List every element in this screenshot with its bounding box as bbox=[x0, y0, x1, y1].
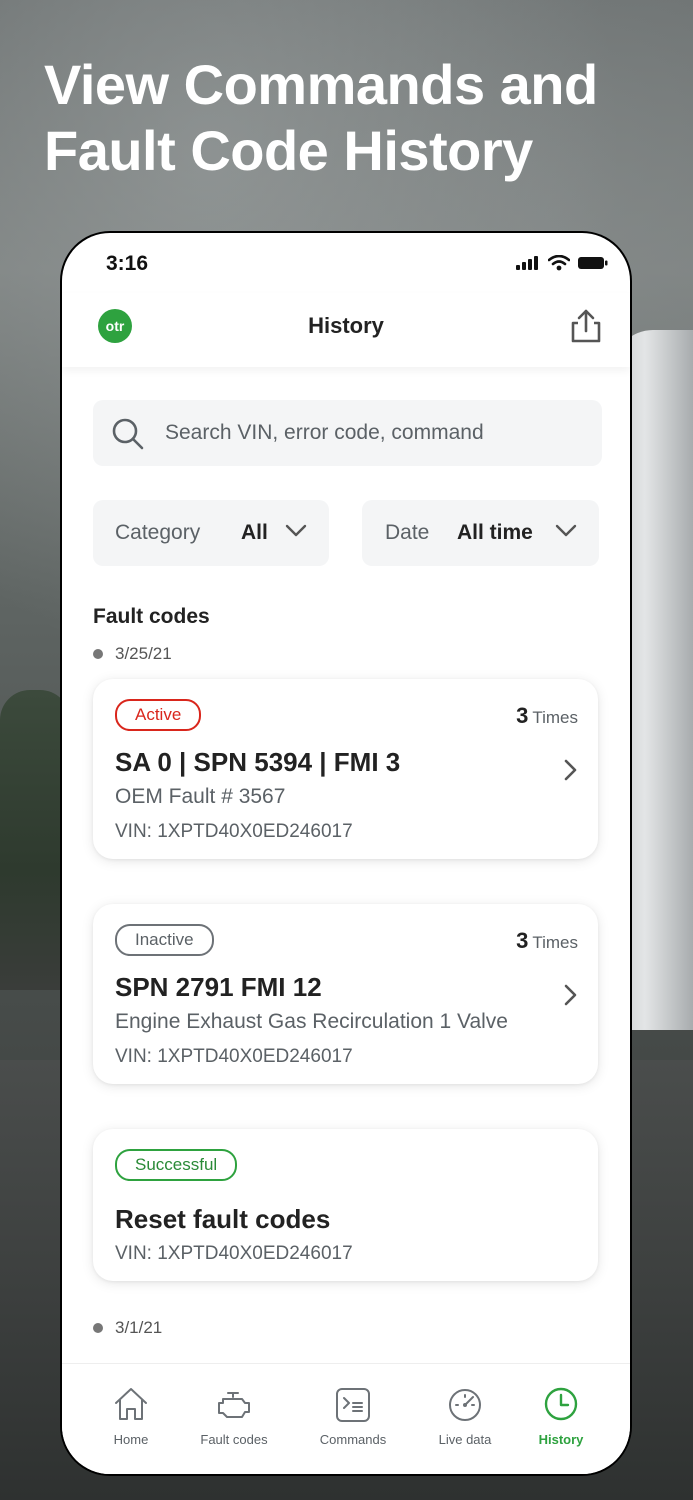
card-subtitle: OEM Fault # 3567 bbox=[115, 785, 286, 808]
tab-label: History bbox=[538, 1432, 584, 1447]
tab-commands[interactable]: Commands bbox=[303, 1384, 403, 1447]
search-icon bbox=[112, 418, 144, 450]
tab-label: Fault codes bbox=[200, 1432, 268, 1447]
search-bar[interactable] bbox=[93, 400, 602, 466]
card-vin: VIN: 1XPTD40X0ED246017 bbox=[115, 821, 353, 842]
phone-screen: 3:16 otr History Search VIN, error code,… bbox=[62, 233, 630, 1474]
occurrence-count: 3 Times bbox=[516, 928, 578, 954]
count-unit: Times bbox=[532, 708, 578, 727]
status-bar: 3:16 bbox=[62, 233, 630, 293]
engine-icon bbox=[218, 1392, 250, 1418]
date-group-header: 3/1/21 bbox=[93, 1318, 162, 1338]
date-group-header: 3/25/21 bbox=[93, 644, 172, 664]
status-icons bbox=[516, 255, 608, 271]
search-input[interactable] bbox=[165, 400, 585, 466]
tab-label: Home bbox=[113, 1432, 149, 1447]
card-subtitle: Engine Exhaust Gas Recirculation 1 Valve bbox=[115, 1010, 508, 1033]
gauge-icon bbox=[449, 1389, 481, 1421]
status-badge: Active bbox=[115, 699, 202, 731]
battery-icon bbox=[578, 257, 608, 269]
date-filter[interactable]: Date All time bbox=[362, 500, 599, 566]
history-card[interactable]: Successful Reset fault codes VIN: 1XPTD4… bbox=[93, 1129, 598, 1281]
signal-icon bbox=[516, 256, 538, 270]
phone-frame: 3:16 otr History Search VIN, error code,… bbox=[60, 231, 632, 1476]
tab-bar: Home Fault codes Commands Live data Hist… bbox=[62, 1363, 630, 1474]
category-filter-value: All bbox=[241, 521, 268, 544]
wifi-icon bbox=[548, 255, 570, 271]
date-label: 3/1/21 bbox=[115, 1318, 163, 1337]
share-icon[interactable] bbox=[568, 307, 604, 345]
category-filter[interactable]: Category All bbox=[93, 500, 329, 566]
count-value: 3 bbox=[516, 928, 529, 953]
date-filter-label: Date bbox=[385, 521, 430, 544]
tab-label: Commands bbox=[319, 1432, 387, 1447]
chevron-down-icon bbox=[555, 524, 577, 537]
chevron-right-icon bbox=[564, 984, 577, 1006]
status-time: 3:16 bbox=[106, 252, 149, 275]
tab-history[interactable]: History bbox=[511, 1384, 611, 1447]
card-vin: VIN: 1XPTD40X0ED246017 bbox=[115, 1046, 353, 1067]
occurrence-count: 3 Times bbox=[516, 703, 578, 729]
page-title: History bbox=[308, 313, 384, 338]
home-icon bbox=[115, 1388, 147, 1420]
timeline-dot bbox=[93, 649, 103, 659]
date-label: 3/25/21 bbox=[115, 644, 172, 663]
history-card[interactable]: Active 3 Times SA 0 | SPN 5394 | FMI 3 OE… bbox=[93, 679, 598, 859]
section-title: Fault codes bbox=[93, 605, 210, 628]
nav-bar: otr History bbox=[62, 293, 630, 367]
tab-home[interactable]: Home bbox=[81, 1384, 181, 1447]
timeline-dot bbox=[93, 1323, 103, 1333]
category-filter-label: Category bbox=[115, 521, 201, 544]
card-title: SPN 2791 FMI 12 bbox=[115, 972, 322, 1002]
chevron-down-icon bbox=[285, 524, 307, 537]
count-value: 3 bbox=[516, 703, 529, 728]
card-title: SA 0 | SPN 5394 | FMI 3 bbox=[115, 747, 401, 777]
terminal-icon bbox=[336, 1388, 370, 1422]
tab-live-data[interactable]: Live data bbox=[415, 1384, 515, 1447]
tab-fault-codes[interactable]: Fault codes bbox=[184, 1384, 284, 1447]
history-card[interactable]: Inactive 3 Times SPN 2791 FMI 12 Engine E… bbox=[93, 904, 598, 1084]
clock-icon bbox=[544, 1387, 578, 1421]
count-unit: Times bbox=[532, 933, 578, 952]
status-badge: Inactive bbox=[115, 924, 214, 956]
card-vin: VIN: 1XPTD40X0ED246017 bbox=[115, 1243, 353, 1264]
headline: View Commands and Fault Code History bbox=[44, 53, 598, 182]
card-title: Reset fault codes bbox=[115, 1204, 331, 1234]
chevron-right-icon bbox=[564, 759, 577, 781]
tab-label: Live data bbox=[438, 1432, 492, 1447]
status-badge: Successful bbox=[115, 1149, 238, 1181]
date-filter-value: All time bbox=[457, 521, 533, 544]
